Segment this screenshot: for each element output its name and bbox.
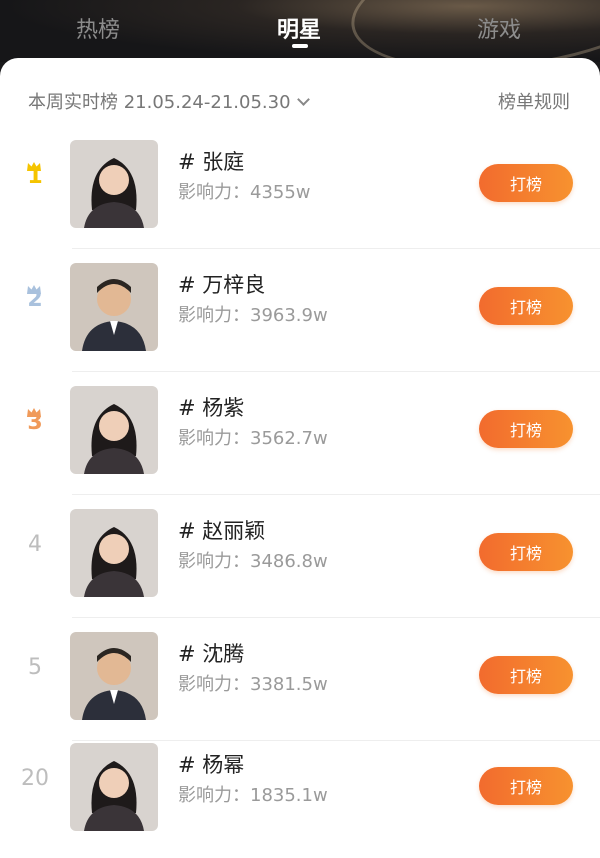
- vote-button[interactable]: 打榜: [479, 767, 573, 805]
- avatar-man-icon[interactable]: [70, 263, 158, 351]
- influence-score: 影响力：3381.5w: [178, 674, 328, 695]
- star-name[interactable]: # 沈腾: [178, 638, 244, 668]
- rank-number: 20: [21, 766, 49, 791]
- influence-score: 影响力：3562.7w: [178, 428, 328, 449]
- rank-number: 1: [27, 164, 43, 189]
- vote-button[interactable]: 打榜: [479, 656, 573, 694]
- tab-hot[interactable]: 热榜: [76, 12, 120, 44]
- star-name[interactable]: # 赵丽颖: [178, 515, 265, 545]
- ranking-row[interactable]: 5 # 沈腾影响力：3381.5w 打榜: [0, 618, 600, 741]
- influence-score: 影响力：4355w: [178, 182, 311, 203]
- influence-score: 影响力：3486.8w: [178, 551, 328, 572]
- avatar-woman-icon[interactable]: [70, 743, 158, 831]
- influence-score: 影响力：1835.1w: [178, 785, 328, 806]
- ranking-row[interactable]: 3 # 杨紫影响力：3562.7w 打榜: [0, 372, 600, 495]
- ranking-row[interactable]: 2 # 万梓良影响力：3963.9w 打榜: [0, 249, 600, 372]
- tab-games[interactable]: 游戏: [477, 12, 521, 44]
- vote-button[interactable]: 打榜: [479, 410, 573, 448]
- avatar-woman-icon[interactable]: [70, 386, 158, 474]
- rank-number: 5: [28, 655, 42, 680]
- avatar-woman-icon[interactable]: [70, 140, 158, 228]
- vote-button[interactable]: 打榜: [479, 287, 573, 325]
- star-name[interactable]: # 杨幂: [178, 749, 244, 779]
- vote-button[interactable]: 打榜: [479, 533, 573, 571]
- header-decoration: [342, 0, 600, 62]
- ranking-row[interactable]: 20 # 杨幂影响力：1835.1w 打榜: [0, 729, 600, 852]
- star-name[interactable]: # 杨紫: [178, 392, 244, 422]
- influence-score: 影响力：3963.9w: [178, 305, 328, 326]
- period-selector[interactable]: 本周实时榜 21.05.24-21.05.30: [28, 88, 310, 114]
- rank-number: 2: [27, 287, 43, 312]
- ranking-row[interactable]: 4 # 赵丽颖影响力：3486.8w 打榜: [0, 495, 600, 618]
- chevron-down-icon: [296, 93, 310, 106]
- ranking-rules-link[interactable]: 榜单规则: [498, 88, 570, 114]
- period-label: 本周实时榜 21.05.24-21.05.30: [28, 92, 291, 113]
- avatar-man-icon[interactable]: [70, 632, 158, 720]
- avatar-woman-icon[interactable]: [70, 509, 158, 597]
- star-name[interactable]: # 万梓良: [178, 269, 265, 299]
- rank-number: 3: [27, 410, 43, 435]
- active-tab-indicator: [292, 44, 308, 48]
- ranking-row[interactable]: 1 # 张庭影响力：4355w 打榜: [0, 126, 600, 249]
- star-name[interactable]: # 张庭: [178, 146, 244, 176]
- top-tab-bar: 热榜 明星 游戏: [0, 0, 600, 62]
- tab-stars[interactable]: 明星: [277, 12, 321, 44]
- rank-number: 4: [28, 532, 42, 557]
- vote-button[interactable]: 打榜: [479, 164, 573, 202]
